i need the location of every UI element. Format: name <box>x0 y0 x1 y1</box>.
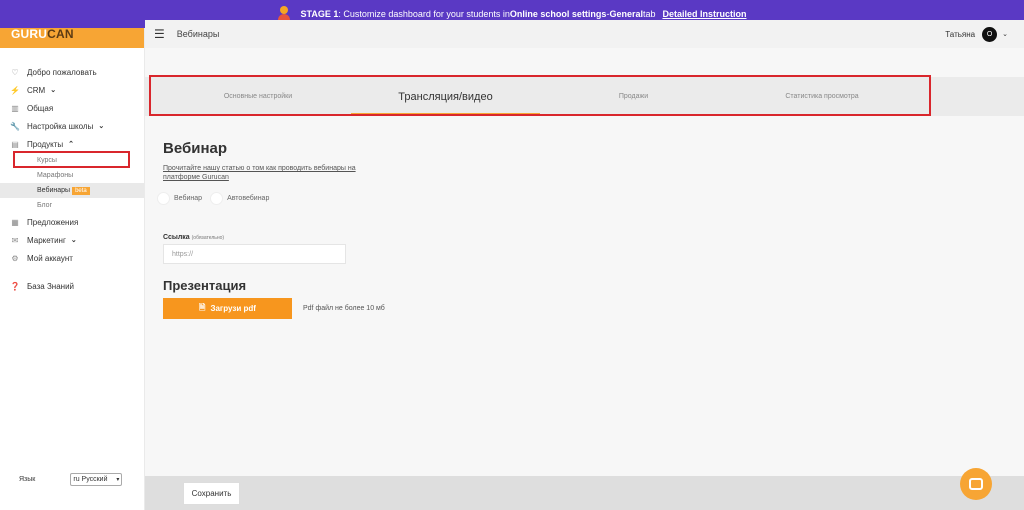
chevron-down-icon: ⌄ <box>70 237 77 244</box>
banner-text-before: : Customize dashboard for your students … <box>338 9 510 19</box>
chevron-up-icon: ⌃ <box>68 141 75 148</box>
language-label: Язык <box>19 476 36 483</box>
sidebar-item-school-settings[interactable]: 🔧 Настройка школы ⌄ <box>0 117 144 135</box>
file-plus-icon: 🗎 <box>199 302 206 312</box>
beta-badge: beta <box>72 186 90 195</box>
radio-autowebinar[interactable]: Автовебинар <box>210 192 269 205</box>
main-content: Вебинар Прочитайте нашу статью о том как… <box>157 140 385 319</box>
sidebar-nav: ♡ Добро пожаловать ⚡ CRM ⌄ ▥ Общая 🔧 Настройк… <box>0 63 144 295</box>
sidebar-subitem-marathons[interactable]: Марафоны <box>0 168 144 183</box>
sidebar-item-knowledge-base[interactable]: ❓ База Знаний <box>0 277 144 295</box>
wrench-icon: 🔧 <box>10 121 20 131</box>
chat-icon <box>969 478 983 490</box>
bolt-icon: ⚡ <box>10 85 20 95</box>
sidebar-item-offers[interactable]: ▦ Предложения <box>0 213 144 231</box>
webinar-type-radios: Вебинар Автовебинар <box>157 192 385 205</box>
chart-icon: ▥ <box>11 103 19 113</box>
offers-icon: ▦ <box>11 217 19 227</box>
sidebar-subitem-webinars[interactable]: Вебинары beta <box>0 183 144 198</box>
account-icon: ⚙ <box>11 253 19 263</box>
chevron-down-icon: ⌄ <box>98 123 105 130</box>
article-link[interactable]: Прочитайте нашу статью о том как проводи… <box>163 164 383 182</box>
banner-bold-general: General <box>609 9 643 19</box>
section-title: Вебинар <box>163 140 228 157</box>
banner-bold-settings: Online school settings <box>509 9 607 19</box>
radio-circle[interactable] <box>210 192 224 205</box>
language-row: Язык ru Русский ▾ <box>19 473 123 486</box>
banner-stage: STAGE 1 <box>300 9 339 19</box>
logo[interactable]: GURUCAN <box>11 28 74 40</box>
chevron-down-icon: ⌄ <box>1002 31 1008 38</box>
radio-circle[interactable] <box>157 192 170 205</box>
avatar: O <box>982 26 998 42</box>
page-title: Вебинары <box>176 29 220 39</box>
sidebar-item-general[interactable]: ▥ Общая <box>0 99 144 117</box>
mail-icon: ✉ <box>11 235 19 245</box>
presentation-title: Презентация <box>163 278 247 293</box>
sidebar-item-marketing[interactable]: ✉ Маркетинг ⌄ <box>0 231 144 249</box>
banner-text-after: tab <box>642 9 656 19</box>
question-icon: ❓ <box>10 281 20 291</box>
sidebar-item-crm[interactable]: ⚡ CRM ⌄ <box>0 81 144 99</box>
link-label: Ссылка (обязательно) <box>163 234 225 241</box>
sidebar-subitem-blog[interactable]: Блог <box>0 198 144 213</box>
save-button[interactable]: Сохранить <box>183 482 240 505</box>
chevron-down-icon: ⌄ <box>50 87 57 94</box>
chat-launcher-button[interactable] <box>960 468 992 500</box>
chevron-down-icon: ▾ <box>116 477 120 483</box>
radio-webinar[interactable]: Вебинар <box>157 192 202 205</box>
webinars-highlight-box <box>13 151 130 168</box>
sidebar: GURUCAN ♡ Добро пожаловать ⚡ CRM ⌄ ▥ Общая 🔧… <box>0 28 145 510</box>
header: ☰ Вебинары Татьяна O ⌄ <box>145 20 1024 48</box>
sidebar-item-account[interactable]: ⚙ Мой аккаунт <box>0 249 144 267</box>
upload-pdf-button[interactable]: 🗎 Загрузи pdf <box>163 298 292 319</box>
document-icon: ▤ <box>11 139 19 149</box>
logo-bar: GURUCAN <box>0 28 144 48</box>
sidebar-item-welcome[interactable]: ♡ Добро пожаловать <box>0 63 144 81</box>
user-name: Татьяна <box>945 29 976 39</box>
heart-icon: ♡ <box>11 67 19 77</box>
footer-bar: Сохранить <box>145 476 1024 510</box>
upload-row: 🗎 Загрузи pdf Pdf файл не более 10 мб <box>163 298 385 319</box>
link-input[interactable]: https:// <box>163 244 346 264</box>
user-menu[interactable]: Татьяна O ⌄ <box>945 26 1008 42</box>
language-select[interactable]: ru Русский ▾ <box>70 473 123 486</box>
upload-hint: Pdf файл не более 10 мб <box>303 305 385 312</box>
detailed-instruction-link[interactable]: Detailed Instruction <box>662 9 746 19</box>
menu-icon[interactable]: ☰ <box>154 27 165 41</box>
tabs-highlight-box <box>149 75 931 116</box>
